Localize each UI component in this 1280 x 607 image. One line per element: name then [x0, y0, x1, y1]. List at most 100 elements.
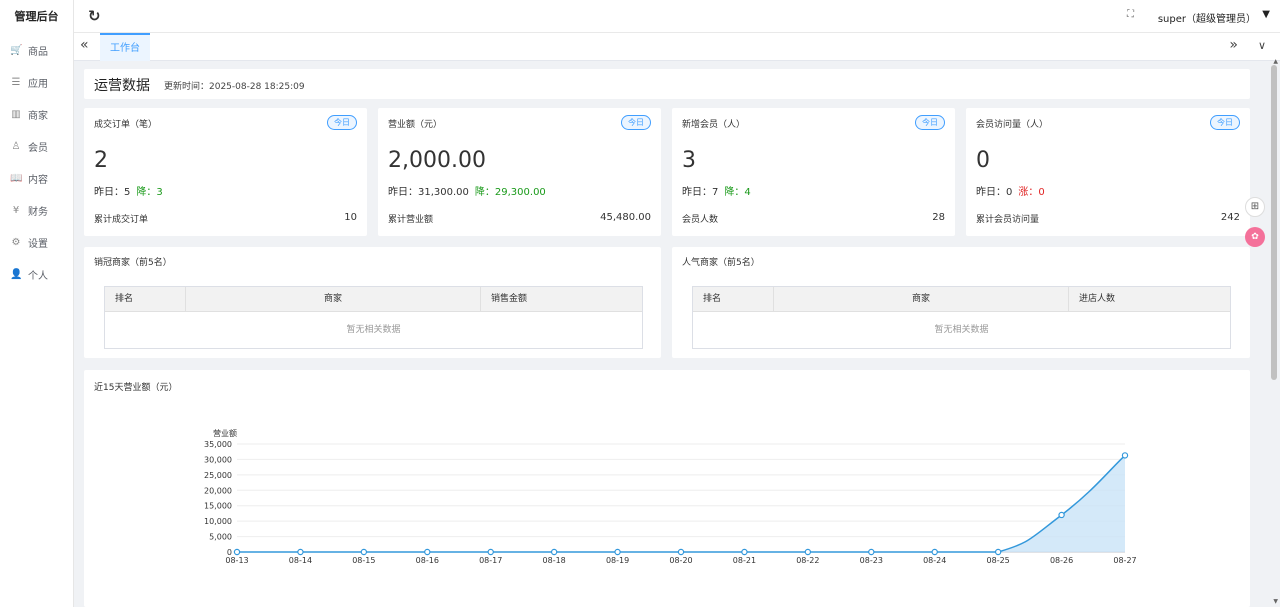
sidebar-item-label: 财务	[28, 206, 48, 218]
tabs-bar: « 工作台 » ∨	[74, 33, 1280, 61]
sidebar-item-3[interactable]: ♙ 会员	[0, 130, 73, 162]
menu-icon: ♙	[11, 140, 21, 152]
empty-text: 暂无相关数据	[346, 325, 401, 335]
col-amount: 销售金额	[491, 294, 528, 304]
data-point	[931, 548, 938, 556]
topbar: ↻ ⛶ super（超级管理员） ▼	[74, 0, 1280, 33]
sidebar-item-label: 会员	[28, 142, 48, 154]
change-value: 降：4	[724, 187, 751, 198]
table-header: 排名 商家 进店人数	[693, 287, 1230, 312]
caret-down-icon[interactable]: ▼	[1262, 9, 1270, 20]
data-point	[1058, 511, 1065, 519]
series-line	[237, 454, 1126, 553]
data-point	[1121, 452, 1129, 459]
y-tick-label: 20,000	[204, 486, 232, 495]
popular-table: 排名 商家 进店人数 暂无相关数据	[692, 286, 1231, 349]
yesterday-value: 昨日：31,300.00	[388, 187, 469, 198]
sidebar-item-7[interactable]: 👤 个人	[0, 258, 73, 290]
grid-icon[interactable]: ⊞	[1245, 197, 1265, 217]
tab-workbench[interactable]: 工作台	[100, 33, 150, 61]
stat-card-new-members: 新增会员（人） 今日 3 昨日：7 降：4 会员人数 28	[672, 108, 955, 236]
stat-card-revenue: 营业额（元） 今日 2,000.00 昨日：31,300.00 降：29,300.…	[378, 108, 661, 236]
x-tick-label: 08-26	[1050, 556, 1073, 565]
data-point	[360, 548, 368, 556]
yesterday-value: 昨日：5	[94, 187, 131, 198]
sidebar-item-2[interactable]: ▥ 商家	[0, 98, 73, 130]
stat-label: 会员访问量（人）	[976, 120, 1049, 130]
change-value: 降：3	[136, 187, 163, 198]
double-left-icon[interactable]: «	[80, 37, 89, 53]
today-badge: 今日	[1210, 115, 1240, 130]
stat-label: 营业额（元）	[388, 120, 443, 130]
x-tick-label: 08-16	[416, 556, 439, 565]
stat-value: 2,000.00	[388, 148, 486, 173]
x-tick-label: 08-17	[479, 556, 502, 565]
x-tick-label: 08-14	[289, 556, 312, 565]
refresh-icon[interactable]: ↻	[88, 7, 101, 25]
x-tick-label: 08-19	[606, 556, 629, 565]
sidebar-item-5[interactable]: ¥ 财务	[0, 194, 73, 226]
today-badge: 今日	[327, 115, 357, 130]
col-rank: 排名	[105, 287, 186, 311]
x-tick-label: 08-25	[987, 556, 1010, 565]
data-point	[868, 548, 875, 556]
sidebar-menu: 🛒 商品 ☰ 应用 ▥ 商家 ♙ 会员 📖 内容 ¥ 财务 ⚙ 设置 👤 个人	[0, 34, 73, 290]
x-tick-label: 08-15	[352, 556, 375, 565]
x-tick-label: 08-18	[543, 556, 566, 565]
sidebar-item-label: 内容	[28, 174, 48, 186]
stat-value: 3	[682, 148, 696, 173]
data-point	[297, 548, 304, 556]
scroll-down-icon[interactable]: ▼	[1273, 598, 1278, 605]
sidebar-item-label: 设置	[28, 238, 48, 250]
col-merchant: 商家	[186, 287, 481, 311]
total-value: 45,480.00	[600, 212, 651, 223]
fullscreen-icon[interactable]: ⛶	[1127, 9, 1134, 20]
yesterday-value: 昨日：7	[682, 187, 719, 198]
translate-icon[interactable]: ✿	[1245, 227, 1265, 247]
y-tick-label: 25,000	[204, 471, 232, 480]
rank-title: 销冠商家（前5名）	[94, 258, 172, 268]
scroll-up-icon[interactable]: ▲	[1273, 58, 1278, 65]
table-header: 排名 商家 销售金额	[105, 287, 642, 312]
sales-table: 排名 商家 销售金额 暂无相关数据	[104, 286, 643, 349]
stat-value: 2	[94, 148, 108, 173]
sidebar-item-label: 个人	[28, 270, 48, 282]
y-tick-label: 5,000	[209, 533, 232, 542]
data-point	[424, 548, 431, 556]
y-tick-label: 35,000	[204, 440, 232, 449]
total-label: 累计会员访问量	[976, 215, 1040, 225]
y-axis-label: 营业额	[213, 428, 237, 438]
col-merchant: 商家	[774, 287, 1069, 311]
menu-icon: ⚙	[11, 236, 21, 248]
stat-label: 成交订单（笔）	[94, 120, 158, 130]
x-tick-label: 08-22	[796, 556, 819, 565]
double-right-icon[interactable]: »	[1229, 37, 1238, 53]
sidebar-item-1[interactable]: ☰ 应用	[0, 66, 73, 98]
total-label: 会员人数	[682, 215, 719, 225]
today-badge: 今日	[915, 115, 945, 130]
sidebar-item-0[interactable]: 🛒 商品	[0, 34, 73, 66]
user-menu[interactable]: super（超级管理员）	[1158, 10, 1256, 25]
menu-icon: ☰	[11, 76, 21, 88]
menu-icon: 🛒	[10, 44, 23, 56]
revenue-chart-card: 近15天营业额（元） 营业额 0 5,000 10,000 15,000 20,000 25…	[84, 370, 1250, 607]
stat-card-orders: 成交订单（笔） 今日 2 昨日：5 降：3 累计成交订单 10	[84, 108, 367, 236]
y-tick-label: 15,000	[204, 502, 232, 511]
overview-header: 运营数据 更新时间：2025-08-28 18:25:09	[84, 69, 1250, 99]
col-rank: 排名	[693, 287, 774, 311]
sidebar-item-6[interactable]: ⚙ 设置	[0, 226, 73, 258]
today-badge: 今日	[621, 115, 651, 130]
scrollbar[interactable]	[1271, 65, 1277, 380]
popular-merchants: 人气商家（前5名） 排名 商家 进店人数 暂无相关数据	[672, 247, 1250, 358]
y-tick-label: 10,000	[204, 517, 232, 526]
total-value: 28	[932, 212, 945, 223]
stat-value: 0	[976, 148, 990, 173]
chevron-down-icon[interactable]: ∨	[1258, 39, 1266, 52]
top-sales-merchants: 销冠商家（前5名） 排名 商家 销售金额 暂无相关数据	[84, 247, 661, 358]
empty-text: 暂无相关数据	[934, 325, 989, 335]
x-tick-label: 08-24	[923, 556, 946, 565]
page-title: 运营数据	[94, 78, 150, 94]
data-point	[677, 548, 685, 556]
sidebar-item-4[interactable]: 📖 内容	[0, 162, 73, 194]
sidebar-item-label: 商品	[28, 46, 48, 58]
